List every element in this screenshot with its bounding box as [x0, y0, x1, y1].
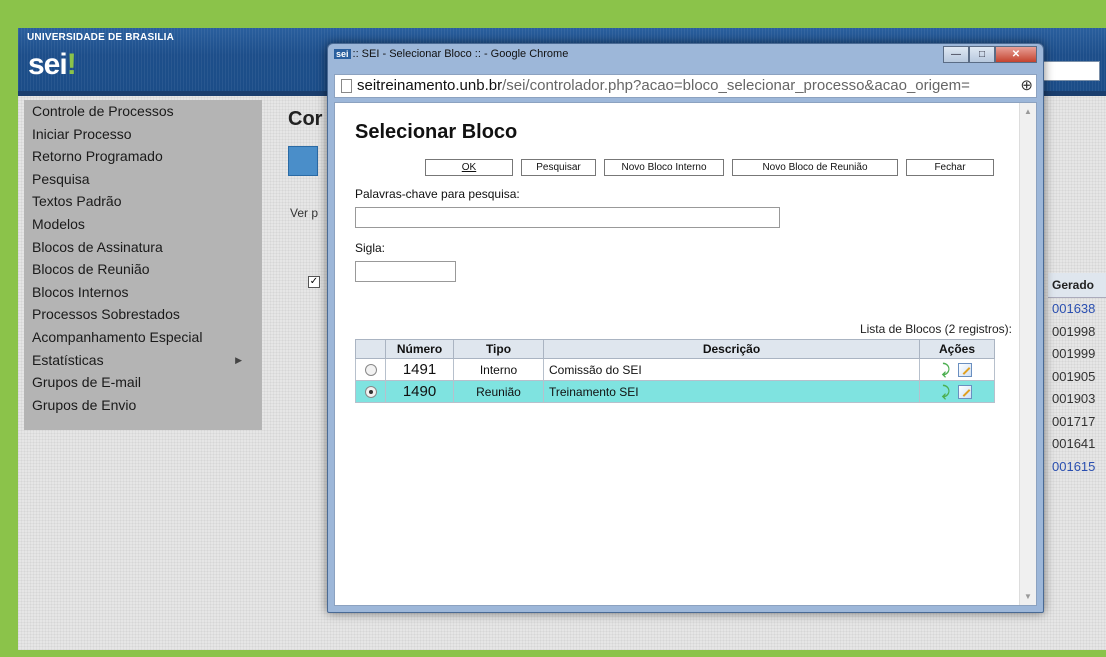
process-link[interactable]: 001615	[1048, 456, 1106, 479]
popup-content: Selecionar Bloco OK Pesquisar Novo Bloco…	[334, 102, 1037, 606]
header-search-input[interactable]	[1038, 61, 1100, 81]
select-arrow-icon[interactable]: ⤸	[942, 383, 950, 400]
list-caption: Lista de Blocos (2 registros):	[859, 322, 1012, 336]
edit-icon[interactable]	[958, 362, 973, 377]
sidebar-item-blocos-reuniao[interactable]: Blocos de Reunião	[24, 258, 262, 281]
process-link[interactable]: 001903	[1048, 388, 1106, 411]
minimize-button[interactable]: —	[943, 46, 969, 63]
process-link[interactable]: 001998	[1048, 321, 1106, 344]
maximize-button[interactable]: □	[969, 46, 995, 63]
process-link[interactable]: 001641	[1048, 433, 1106, 456]
process-link[interactable]: 001717	[1048, 411, 1106, 434]
ok-button[interactable]: OK	[425, 159, 513, 176]
window-controls: — □ ✕	[943, 46, 1037, 63]
zoom-icon[interactable]: ⊕	[1018, 75, 1033, 97]
page-title: Selecionar Bloco	[355, 121, 518, 143]
process-link[interactable]: 001905	[1048, 366, 1106, 389]
descricao-cell: Treinamento SEI	[543, 380, 920, 403]
tipo-cell: Interno	[453, 358, 544, 381]
sidebar-item-controle-processos[interactable]: Controle de Processos	[24, 100, 262, 123]
sidebar-item-grupos-email[interactable]: Grupos de E-mail	[24, 371, 262, 394]
page-icon	[341, 79, 352, 93]
blocks-table: Número Tipo Descrição Ações 1491 Interno…	[355, 339, 995, 403]
url-path: /sei/controlador.php?acao=bloco_selecion…	[502, 77, 970, 94]
keywords-label: Palavras-chave para pesquisa:	[355, 187, 520, 201]
select-all-checkbox[interactable]: ✓	[308, 276, 320, 288]
sidebar-item-textos-padrao[interactable]: Textos Padrão	[24, 190, 262, 213]
edit-icon[interactable]	[958, 384, 973, 399]
sei-logo[interactable]: sei!	[28, 48, 77, 82]
sidebar-item-modelos[interactable]: Modelos	[24, 213, 262, 236]
sigla-input[interactable]	[355, 261, 456, 282]
address-bar[interactable]: seitreinamento.unb.br/sei/controlador.ph…	[334, 74, 1037, 98]
table-row[interactable]: 1491 Interno Comissão do SEI ⤸	[355, 358, 995, 381]
row-radio[interactable]	[364, 386, 377, 399]
select-arrow-icon[interactable]: ⤸	[942, 361, 950, 378]
scroll-down-icon[interactable]: ▼	[1024, 592, 1032, 601]
sidebar-item-blocos-assinatura[interactable]: Blocos de Assinatura	[24, 236, 262, 259]
window-title: sei:: SEI - Selecionar Bloco :: - Google…	[334, 48, 569, 60]
sidebar-item-acompanhamento-especial[interactable]: Acompanhamento Especial	[24, 326, 262, 349]
tipo-cell: Reunião	[453, 380, 544, 403]
close-button[interactable]: ✕	[995, 46, 1037, 63]
process-link[interactable]: 001999	[1048, 343, 1106, 366]
column-header-descricao: Descrição	[543, 339, 920, 359]
sidebar-item-pesquisa[interactable]: Pesquisa	[24, 168, 262, 191]
scroll-up-icon[interactable]: ▲	[1024, 107, 1032, 116]
column-header: Gerado	[1048, 273, 1106, 298]
pesquisar-button[interactable]: Pesquisar	[521, 159, 596, 176]
numero-cell: 1490	[385, 380, 454, 403]
university-name: UNIVERSIDADE DE BRASILIA	[27, 32, 175, 43]
sidebar-item-processos-sobrestados[interactable]: Processos Sobrestados	[24, 303, 262, 326]
submenu-arrow-icon: ▶	[235, 354, 242, 365]
process-link[interactable]: 001638	[1048, 298, 1106, 321]
sidebar-item-estatisticas[interactable]: Estatísticas ▶	[24, 349, 262, 372]
background-ver-text: Ver p	[290, 206, 319, 220]
column-header-numero: Número	[385, 339, 454, 359]
sei-favicon-icon: sei	[334, 49, 351, 60]
chrome-popup-window: sei:: SEI - Selecionar Bloco :: - Google…	[327, 43, 1044, 613]
background-page-title: Cor	[288, 108, 323, 130]
novo-bloco-reuniao-button[interactable]: Novo Bloco de Reunião	[732, 159, 898, 176]
descricao-cell: Comissão do SEI	[543, 358, 920, 381]
background-column-gerado: Gerado 001638 001998 001999 001905 00190…	[1048, 273, 1106, 478]
url-host: seitreinamento.unb.br	[357, 77, 503, 94]
column-header-acoes: Ações	[919, 339, 995, 359]
sidebar-item-grupos-envio[interactable]: Grupos de Envio	[24, 394, 262, 417]
table-row[interactable]: 1490 Reunião Treinamento SEI ⤸	[355, 380, 995, 403]
row-radio[interactable]	[364, 364, 377, 377]
sidebar-item-blocos-internos[interactable]: Blocos Internos	[24, 281, 262, 304]
vertical-scrollbar[interactable]: ▲ ▼	[1019, 103, 1036, 605]
sidebar-item-iniciar-processo[interactable]: Iniciar Processo	[24, 123, 262, 146]
sigla-label: Sigla:	[355, 241, 386, 255]
keywords-input[interactable]	[355, 207, 780, 228]
column-header-tipo: Tipo	[453, 339, 544, 359]
column-header-select	[355, 339, 386, 359]
fechar-button[interactable]: Fechar	[906, 159, 994, 176]
document-icon[interactable]	[288, 146, 318, 176]
sidebar-menu: Controle de Processos Iniciar Processo R…	[24, 100, 262, 430]
numero-cell: 1491	[385, 358, 454, 381]
sidebar-item-retorno-programado[interactable]: Retorno Programado	[24, 145, 262, 168]
novo-bloco-interno-button[interactable]: Novo Bloco Interno	[604, 159, 724, 176]
